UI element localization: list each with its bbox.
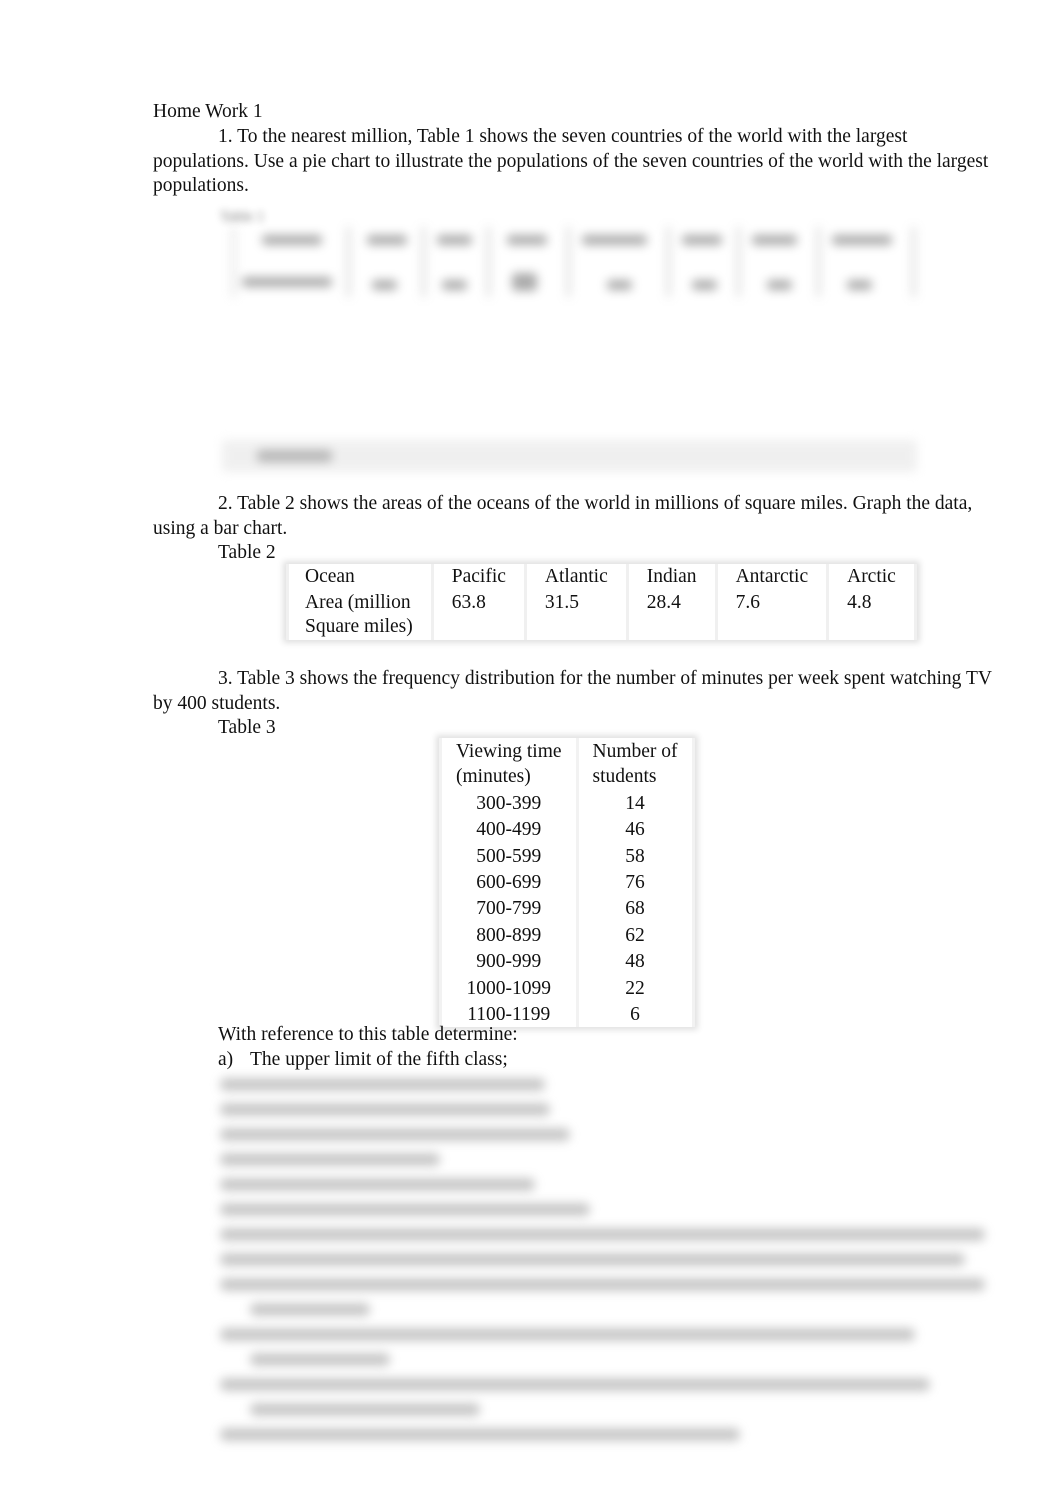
- table-row: 900-999 48: [439, 948, 695, 975]
- question-3-text: 3. Table 3 shows the frequency distribut…: [153, 668, 992, 714]
- table-row: 400-499 46: [439, 816, 695, 843]
- table-cell: Atlantic: [523, 564, 629, 590]
- table-row: 700-799 68: [439, 895, 695, 922]
- students-count-cell: 22: [575, 974, 695, 1002]
- table-2-label: Table 2: [218, 542, 276, 563]
- header-line: Viewing time: [456, 741, 562, 762]
- list-item-text: The upper limit of the fifth class;: [250, 1049, 508, 1070]
- table-row: 800-899 62: [439, 921, 695, 949]
- students-count-cell: 62: [575, 921, 695, 949]
- table-2: Ocean Pacific Atlantic Indian Antarctic …: [286, 564, 917, 640]
- list-item: a) The upper limit of the fifth class;: [218, 1048, 508, 1073]
- table-row: Ocean Pacific Atlantic Indian Antarctic …: [286, 564, 917, 590]
- students-count-cell: 6: [575, 1001, 695, 1028]
- table-3-label: Table 3: [218, 717, 276, 738]
- table-cell: Arctic: [826, 564, 917, 590]
- header-line: Number of: [592, 741, 678, 762]
- viewing-time-cell: 800-899: [439, 921, 579, 949]
- header-line: (minutes): [456, 766, 531, 788]
- table-row: 300-399 14: [439, 789, 695, 817]
- viewing-time-cell: 700-799: [439, 895, 579, 922]
- table-cell: Area (million Square miles): [286, 589, 434, 640]
- table-header-cell: Viewing time (minutes): [439, 738, 579, 790]
- table-1-obscured-footer: [222, 440, 917, 472]
- table-row: 600-699 76: [439, 869, 695, 896]
- students-count-cell: 68: [575, 895, 695, 922]
- table-cell: Antarctic: [714, 564, 830, 590]
- table-cell: 4.8: [826, 589, 917, 640]
- table-row: Area (million Square miles) 63.8 31.5 28…: [286, 589, 917, 640]
- viewing-time-cell: 500-599: [439, 842, 579, 870]
- students-count-cell: 46: [575, 816, 695, 843]
- table-header-cell: Number of students: [575, 738, 695, 790]
- table-cell: 7.6: [714, 589, 830, 640]
- table-header-row: Viewing time (minutes) Number of student…: [439, 738, 695, 790]
- row-label-line: Square miles): [305, 616, 413, 637]
- viewing-time-cell: 600-699: [439, 869, 579, 896]
- students-count-cell: 14: [575, 789, 695, 817]
- viewing-time-cell: 1000-1099: [439, 974, 579, 1002]
- table-row: 500-599 58: [439, 842, 695, 870]
- table-cell: Indian: [625, 564, 718, 590]
- table-cell: 31.5: [523, 589, 629, 640]
- question-2-text: 2. Table 2 shows the areas of the oceans…: [153, 493, 973, 539]
- table-row: 1000-1099 22: [439, 974, 695, 1002]
- table-cell: Pacific: [430, 564, 527, 590]
- question-3-intro: With reference to this table determine:: [218, 1024, 518, 1045]
- viewing-time-cell: 400-499: [439, 816, 579, 843]
- viewing-time-cell: 300-399: [439, 789, 579, 817]
- students-count-cell: 48: [575, 948, 695, 975]
- page-title: Home Work 1: [153, 101, 263, 122]
- header-line: students: [592, 766, 657, 788]
- table-cell: 28.4: [625, 589, 718, 640]
- list-item-label: a): [218, 1049, 234, 1070]
- question-1-text: 1. To the nearest million, Table 1 shows…: [153, 126, 989, 196]
- row-label-line: Area (million: [305, 591, 411, 613]
- table-cell: 63.8: [430, 589, 527, 640]
- table-cell: Ocean: [286, 564, 434, 590]
- table-1-obscured: [222, 215, 917, 300]
- table-3: Viewing time (minutes) Number of student…: [439, 738, 695, 1028]
- students-count-cell: 58: [575, 842, 695, 870]
- viewing-time-cell: 900-999: [439, 948, 579, 975]
- students-count-cell: 76: [575, 869, 695, 896]
